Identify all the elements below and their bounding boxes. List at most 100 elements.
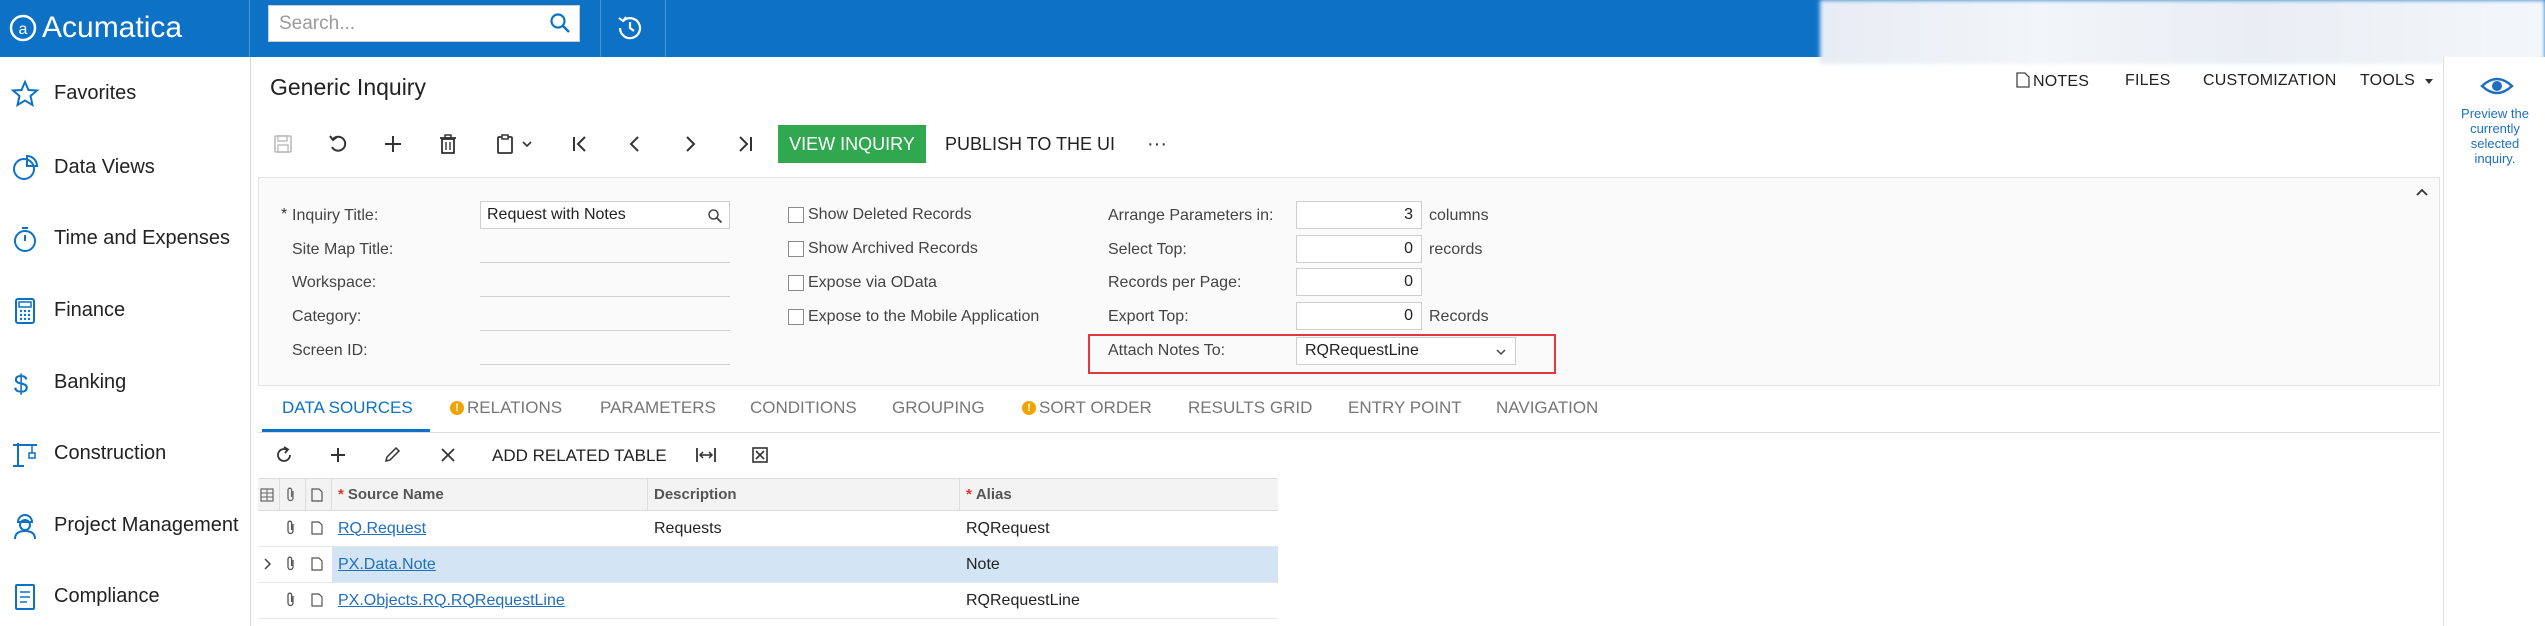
source-name-column-header[interactable]: * Source Name	[332, 479, 648, 510]
warning-icon: !	[1022, 401, 1036, 415]
description-column-header[interactable]: Description	[648, 479, 960, 510]
publish-to-ui-button[interactable]: PUBLISH TO THE UI	[940, 125, 1120, 163]
source-name-cell[interactable]: PX.Data.Note	[332, 547, 648, 582]
site-map-title-label: Site Map Title:	[292, 241, 394, 258]
tab-entry-point[interactable]: ENTRY POINT	[1348, 398, 1462, 418]
note-icon[interactable]	[311, 521, 323, 535]
add-row-button[interactable]	[322, 438, 354, 472]
history-button[interactable]	[612, 10, 648, 51]
plus-icon	[331, 448, 345, 462]
export-excel-button[interactable]	[744, 438, 776, 472]
calculator-icon	[15, 298, 35, 324]
search-icon[interactable]	[549, 12, 571, 34]
acumatica-logo-icon: a	[9, 14, 37, 42]
description-cell[interactable]: Requests	[648, 511, 960, 546]
source-name-cell[interactable]: RQ.Request	[332, 511, 648, 546]
show-archived-records-label: Show Archived Records	[808, 240, 978, 257]
source-name-cell[interactable]: PX.Objects.RQ.RQRequestLine	[332, 583, 648, 618]
sidebar-item-time-and-expenses[interactable]: Time and Expenses	[0, 218, 250, 258]
records-per-page-field[interactable]: 0	[1296, 268, 1422, 296]
select-top-field[interactable]: 0	[1296, 235, 1422, 263]
more-actions-button[interactable]: ···	[1140, 125, 1174, 163]
export-top-field[interactable]: 0	[1296, 302, 1422, 330]
show-deleted-records-checkbox[interactable]	[788, 207, 804, 223]
sidebar-item-data-views[interactable]: Data Views	[0, 147, 250, 187]
expose-odata-label: Expose via OData	[808, 274, 937, 291]
note-icon[interactable]	[311, 557, 323, 571]
paperclip-icon[interactable]	[285, 592, 297, 608]
search-icon[interactable]	[707, 208, 723, 224]
select-top-label: Select Top:	[1108, 241, 1187, 258]
search-input[interactable]	[269, 6, 549, 41]
screen-id-field[interactable]	[480, 364, 730, 365]
undo-button[interactable]	[321, 125, 355, 163]
sidebar-item-finance[interactable]: Finance	[0, 290, 250, 330]
description-cell[interactable]	[648, 547, 960, 582]
tab-relations[interactable]: ! RELATIONS	[450, 398, 562, 418]
tab-grouping[interactable]: GROUPING	[892, 398, 985, 418]
chevron-left-icon	[629, 136, 639, 152]
table-row[interactable]: PX.Data.Note Note	[258, 547, 1278, 583]
tab-sort-order[interactable]: ! SORT ORDER	[1022, 398, 1152, 418]
site-map-title-field[interactable]	[480, 262, 730, 263]
save-button[interactable]	[266, 125, 300, 163]
tab-parameters[interactable]: PARAMETERS	[600, 398, 716, 418]
table-row[interactable]: RQ.Request Requests RQRequest	[258, 511, 1278, 547]
expose-odata-checkbox[interactable]	[788, 275, 804, 291]
next-record-button[interactable]	[673, 125, 707, 163]
grid-settings-cell[interactable]	[258, 479, 280, 510]
tab-results-grid[interactable]: RESULTS GRID	[1188, 398, 1312, 418]
eye-icon[interactable]	[2480, 74, 2514, 98]
tab-conditions[interactable]: CONDITIONS	[750, 398, 857, 418]
alias-cell[interactable]: RQRequest	[960, 511, 1278, 546]
last-record-button[interactable]	[728, 125, 762, 163]
alias-cell[interactable]: RQRequestLine	[960, 583, 1278, 618]
fit-columns-button[interactable]	[690, 438, 722, 472]
tab-data-sources[interactable]: DATA SOURCES	[282, 398, 413, 418]
plus-icon	[385, 136, 401, 152]
collapse-chevron-up-icon[interactable]	[2414, 186, 2430, 198]
chevron-right-icon[interactable]	[262, 558, 272, 570]
customization-link[interactable]: CUSTOMIZATION	[2203, 72, 2337, 90]
delete-button[interactable]	[431, 125, 465, 163]
files-link[interactable]: FILES	[2125, 72, 2170, 90]
fit-width-icon	[696, 448, 716, 462]
table-row[interactable]: PX.Objects.RQ.RQRequestLine RQRequestLin…	[258, 583, 1278, 619]
inquiry-title-field[interactable]: Request with Notes	[480, 201, 730, 229]
refresh-button[interactable]	[268, 438, 300, 472]
expose-mobile-checkbox[interactable]	[788, 309, 804, 325]
paperclip-icon[interactable]	[285, 520, 297, 536]
note-icon	[2016, 72, 2030, 88]
copy-paste-menu[interactable]	[486, 125, 542, 163]
show-archived-records-checkbox[interactable]	[788, 241, 804, 257]
sidebar-item-favorites[interactable]: Favorites	[0, 73, 250, 113]
notes-link[interactable]: NOTES	[2016, 72, 2089, 91]
arrange-parameters-field[interactable]: 3	[1296, 201, 1422, 229]
close-icon	[441, 448, 455, 462]
add-button[interactable]	[376, 125, 410, 163]
search-box[interactable]	[268, 5, 580, 42]
sidebar-item-compliance[interactable]: Compliance	[0, 576, 250, 616]
alias-cell[interactable]: Note	[960, 547, 1278, 582]
first-record-button[interactable]	[563, 125, 597, 163]
workspace-field[interactable]	[480, 296, 730, 297]
alias-column-header[interactable]: * Alias	[960, 479, 1278, 510]
arrange-parameters-label: Arrange Parameters in:	[1108, 207, 1274, 224]
tools-menu[interactable]: TOOLS	[2360, 72, 2434, 90]
edit-row-button[interactable]	[376, 438, 408, 472]
note-icon[interactable]	[311, 593, 323, 607]
add-related-table-button[interactable]: ADD RELATED TABLE	[492, 446, 667, 466]
paperclip-icon[interactable]	[285, 556, 297, 572]
acumatica-logo[interactable]: a Acumatica	[8, 6, 182, 50]
previous-record-button[interactable]	[618, 125, 652, 163]
sidebar-item-banking[interactable]: $ Banking	[0, 362, 250, 402]
grid-header: * Source Name Description * Alias	[258, 478, 1278, 511]
category-field[interactable]	[480, 330, 730, 331]
description-cell[interactable]	[648, 583, 960, 618]
sidebar-item-construction[interactable]: Construction	[0, 433, 250, 473]
delete-row-button[interactable]	[432, 438, 464, 472]
tab-navigation[interactable]: NAVIGATION	[1496, 398, 1598, 418]
view-inquiry-button[interactable]: VIEW INQUIRY	[778, 125, 926, 163]
topbar-divider	[249, 0, 250, 57]
sidebar-item-project-management[interactable]: Project Management	[0, 505, 250, 545]
